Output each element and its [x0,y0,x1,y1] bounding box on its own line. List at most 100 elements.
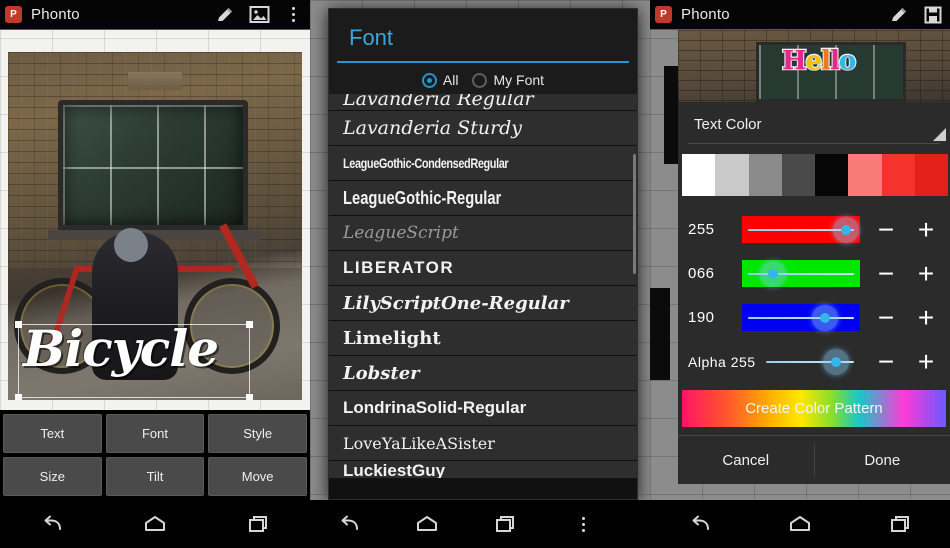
font-name: LilyScriptOne-Regular [343,292,569,314]
alpha-slider-row: Alpha 255 − + [678,340,950,384]
gallery-icon[interactable] [242,0,276,30]
tool-button-size[interactable]: Size [3,457,102,496]
alpha-slider[interactable] [760,348,860,375]
android-navbar [0,500,310,548]
green-plus-button[interactable]: + [906,252,946,296]
red-slider-knob[interactable] [832,216,859,243]
green-slider[interactable] [742,260,860,288]
swatch-gray[interactable] [748,154,782,196]
alpha-slider-knob[interactable] [823,348,849,375]
list-item[interactable]: LuckiestGuy [329,461,637,479]
swatch-salmon[interactable] [848,154,882,196]
font-name: LondrinaSolid-Regular [343,398,527,417]
list-item[interactable]: LilyScriptOne-Regular [329,286,637,321]
list-item[interactable]: LeagueScript [329,216,637,251]
swatch-dark-gray[interactable] [781,154,815,196]
list-item[interactable]: LoveYaLikeASister [329,426,637,461]
font-name: LeagueGothic-Regular [343,187,502,208]
tool-button-move[interactable]: Move [208,457,307,496]
overflow-menu-icon[interactable] [566,509,600,539]
green-slider-row: 066 − + [678,252,950,296]
swatch-light-gray[interactable] [715,154,749,196]
home-icon[interactable] [138,509,172,539]
font-name: Lavanderia Regular [343,94,534,110]
font-name: LeagueGothic-CondensedRegular [343,155,509,171]
blue-value: 190 [688,309,715,327]
font-list[interactable]: Lavanderia Regular Lavanderia Sturdy Lea… [329,94,637,499]
tool-button-font[interactable]: Font [105,414,205,453]
color-dialog-title: Text Color [678,102,950,143]
radio-dot-icon [472,72,488,88]
resize-handle-bottom-left[interactable] [15,394,22,400]
text-object-selection[interactable]: Bicycle [15,319,253,400]
android-navbar [650,500,950,548]
cancel-button[interactable]: Cancel [678,436,814,484]
red-minus-button[interactable]: − [866,208,906,252]
font-name: LeagueScript [343,223,459,243]
done-button[interactable]: Done [815,436,950,484]
swatch-black[interactable] [815,154,849,196]
tool-button-style[interactable]: Style [208,414,307,453]
resize-corner-icon[interactable] [933,128,946,141]
list-item[interactable]: LeagueGothic-Regular [329,181,637,216]
swatch-white[interactable] [682,154,716,196]
pencil-icon[interactable] [882,0,916,30]
blue-slider[interactable] [742,304,860,332]
back-icon[interactable] [332,509,366,539]
preview-text-hello: Hello [781,45,858,78]
red-plus-button[interactable]: + [906,208,946,252]
list-item[interactable]: Limelight [329,321,637,356]
overflow-menu-icon[interactable] [276,0,310,30]
home-icon[interactable] [783,509,817,539]
back-icon[interactable] [35,509,69,539]
red-slider[interactable] [742,216,860,244]
list-item[interactable]: LIBERATOR [329,251,637,286]
blue-slider-knob[interactable] [811,304,838,331]
home-icon[interactable] [410,509,444,539]
tool-button-tilt[interactable]: Tilt [105,457,205,496]
swatch-red[interactable] [881,154,915,196]
blue-minus-button[interactable]: − [866,296,906,340]
resize-handle-top-right[interactable] [246,321,253,328]
list-item[interactable]: Lavanderia Regular [329,94,637,111]
tool-button-text[interactable]: Text [3,414,102,453]
app-title: Phonto [681,6,730,23]
color-dialog-title-label: Text Color [694,116,762,133]
image-preview[interactable]: Hello [678,30,950,102]
green-minus-button[interactable]: − [866,252,906,296]
green-value: 066 [688,265,715,283]
radio-my-font[interactable]: My Font [472,72,544,88]
list-item[interactable]: Lobster [329,356,637,391]
screenshot-stage: P Phonto Bicycle Text Font Style Size Ti… [0,0,950,548]
red-slider-row: 255 − + [678,208,950,252]
panel-color-picker: P Phonto Hello Text Color 255 − + 066 − … [650,0,950,548]
list-item[interactable]: LondrinaSolid-Regular [329,391,637,426]
pencil-icon[interactable] [208,0,242,30]
alpha-minus-button[interactable]: − [866,340,906,384]
blue-slider-line [748,316,854,319]
list-item[interactable]: LeagueGothic-CondensedRegular [329,146,637,181]
blue-slider-row: 190 − + [678,296,950,340]
create-color-pattern-button[interactable]: Create Color Pattern [682,389,946,428]
save-icon[interactable] [916,0,950,30]
radio-all[interactable]: All [421,72,458,88]
list-item[interactable]: Lavanderia Sturdy [329,111,637,146]
recents-icon[interactable] [883,509,917,539]
back-icon[interactable] [683,509,717,539]
blue-plus-button[interactable]: + [906,296,946,340]
alpha-plus-button[interactable]: + [906,340,946,384]
font-list-scrollbar[interactable] [633,154,636,274]
font-name: LIBERATOR [343,258,455,277]
resize-handle-top-left[interactable] [15,321,22,328]
radio-my-font-label: My Font [493,72,545,88]
resize-handle-bottom-right[interactable] [246,394,253,400]
photo-canvas[interactable]: Bicycle [8,52,302,400]
wall-sign [128,72,182,90]
swatch-dark-red[interactable] [914,154,948,196]
tool-button-grid: Text Font Style Size Tilt Move [0,410,310,500]
color-swatch-row [682,154,948,196]
recents-icon[interactable] [488,509,522,539]
hello-letter-l1: l [820,45,832,78]
recents-icon[interactable] [241,509,275,539]
green-slider-knob[interactable] [759,260,786,287]
